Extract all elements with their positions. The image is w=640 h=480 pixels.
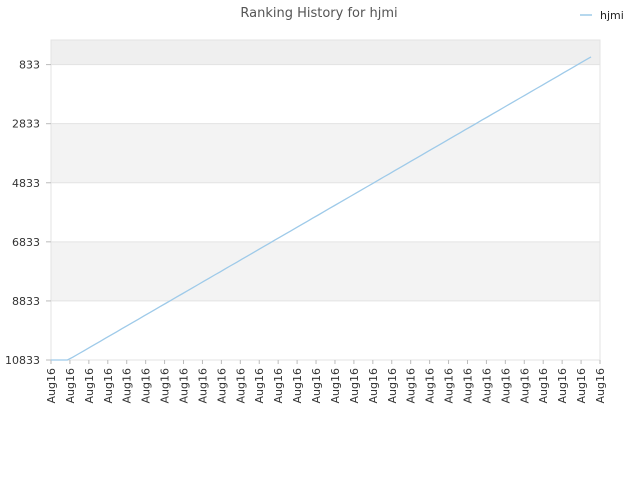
x-tick-label-24: Aug16 xyxy=(499,368,512,403)
x-tick-label-19: Aug16 xyxy=(405,368,418,403)
x-tick-label-23: Aug16 xyxy=(480,368,493,403)
y-tick-label-833: 833 xyxy=(19,59,40,72)
x-tick-label-27: Aug16 xyxy=(556,368,569,403)
x-tick-label-14: Aug16 xyxy=(310,368,323,403)
background-bands xyxy=(51,40,600,301)
x-tick-label-1: Aug16 xyxy=(64,368,77,403)
x-tick-label-22: Aug16 xyxy=(461,368,474,403)
plot-frame xyxy=(50,39,601,361)
series-line-hjmi xyxy=(51,56,592,361)
x-tick-label-10: Aug16 xyxy=(234,368,247,403)
x-tick-label-15: Aug16 xyxy=(329,368,342,403)
x-tick-label-2: Aug16 xyxy=(83,368,96,403)
x-tick-label-17: Aug16 xyxy=(367,368,380,403)
x-axis-ticks: Aug16 Aug16 Aug16 Aug16 Aug16 Aug16 Aug16 Aug16… xyxy=(45,360,607,403)
x-tick-label-28: Aug16 xyxy=(575,368,588,403)
band-3 xyxy=(51,241,600,301)
x-tick-label-9: Aug16 xyxy=(215,368,228,403)
x-tick-label-11: Aug16 xyxy=(253,368,266,403)
x-tick-label-8: Aug16 xyxy=(196,368,209,403)
y-tick-label-10833: 10833 xyxy=(5,354,40,367)
ranking-chart: 833283348336833883310833 Aug16 Aug16 Aug16… xyxy=(5,6,624,403)
x-tick-label-3: Aug16 xyxy=(102,368,115,403)
x-tick-label-25: Aug16 xyxy=(518,368,531,403)
gridlines xyxy=(51,64,600,361)
chart-title: Ranking History for hjmi xyxy=(240,6,397,21)
legend-label-hjmi: hjmi xyxy=(600,9,624,22)
y-tick-label-4833: 4833 xyxy=(12,177,40,190)
x-tick-label-21: Aug16 xyxy=(443,368,456,403)
y-tick-label-6833: 6833 xyxy=(12,236,40,249)
y-tick-label-8833: 8833 xyxy=(12,295,40,308)
x-tick-label-29: Aug16 xyxy=(594,368,607,403)
series-layer xyxy=(51,56,592,361)
x-tick-label-16: Aug16 xyxy=(348,368,361,403)
x-tick-label-18: Aug16 xyxy=(386,368,399,403)
x-tick-label-26: Aug16 xyxy=(537,368,550,403)
x-tick-label-20: Aug16 xyxy=(424,368,437,403)
band-top xyxy=(51,40,600,65)
x-tick-label-7: Aug16 xyxy=(178,368,191,403)
band-1 xyxy=(51,123,600,183)
x-tick-label-6: Aug16 xyxy=(159,368,172,403)
x-tick-label-0: Aug16 xyxy=(45,368,58,403)
x-tick-label-5: Aug16 xyxy=(140,368,153,403)
x-tick-label-4: Aug16 xyxy=(121,368,134,403)
y-tick-label-2833: 2833 xyxy=(12,118,40,131)
y-axis-ticks: 833 2833 4833 6833 8833 10833 xyxy=(5,59,51,367)
x-tick-label-12: Aug16 xyxy=(272,368,285,403)
x-tick-label-13: Aug16 xyxy=(291,368,304,403)
legend[interactable]: hjmi xyxy=(580,9,624,22)
